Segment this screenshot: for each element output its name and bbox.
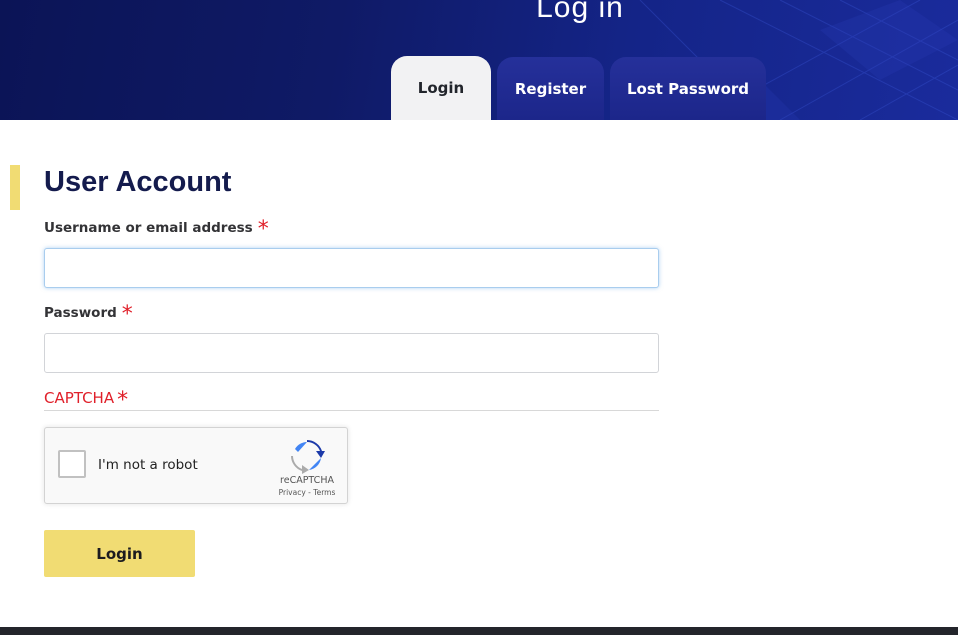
section-accent-bar [10,165,20,210]
login-button[interactable]: Login [44,530,195,577]
tab-login[interactable]: Login [391,56,491,120]
password-label-text: Password [44,305,117,321]
username-label: Username or email address * [44,219,269,241]
tab-login-label: Login [417,79,465,97]
page-header: Log in Login Register Lost Password [0,0,958,120]
recaptcha-logo-icon [291,440,325,474]
tab-register-label: Register [514,79,587,98]
tab-lost-password[interactable]: Lost Password [610,57,766,120]
password-label: Password * [44,304,133,326]
captcha-label: CAPTCHA * [44,389,128,412]
recaptcha-brand: reCAPTCHA [280,475,334,486]
username-label-text: Username or email address [44,220,253,236]
footer-strip [0,627,958,635]
required-asterisk: * [121,302,133,327]
username-input[interactable] [44,248,659,288]
recaptcha-widget: I'm not a robot reCAPTCHA Privacy - Term… [44,427,348,504]
required-asterisk: * [257,217,269,242]
section-title: User Account [44,166,232,198]
terms-link[interactable]: Terms [313,488,335,497]
tab-lost-password-label: Lost Password [626,79,750,98]
privacy-link[interactable]: Privacy [279,488,306,497]
recaptcha-checkbox[interactable] [58,450,86,478]
page-title: Log in [536,0,624,24]
recaptcha-checkbox-label: I'm not a robot [98,457,198,473]
password-input[interactable] [44,333,659,373]
link-separator: - [308,488,311,497]
captcha-divider [44,410,659,411]
captcha-label-text: CAPTCHA [44,389,115,407]
tab-register[interactable]: Register [497,57,604,120]
recaptcha-links: Privacy - Terms [267,488,347,497]
